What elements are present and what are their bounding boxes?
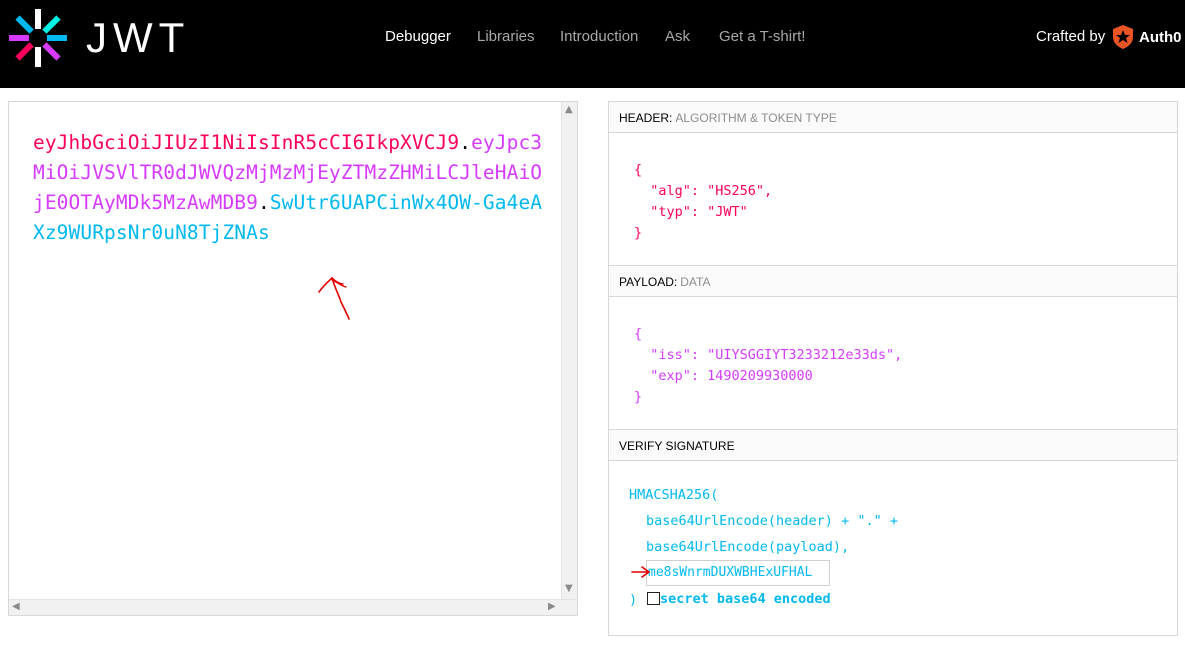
verify-line-header: base64UrlEncode(header) + "." + [646,513,898,529]
crafted-by-label: Crafted by [1036,28,1106,45]
payload-section-title: PAYLOAD: DATA [609,266,1177,297]
vertical-scrollbar[interactable]: ▲ ▼ [561,102,577,599]
scroll-right-arrow-icon[interactable]: ▶ [548,602,556,612]
header-subtitle: ALGORITHM & TOKEN TYPE [675,111,837,125]
horizontal-scrollbar[interactable]: ◀ ▶ [9,599,577,615]
base64-checkbox[interactable] [647,592,660,605]
verify-line-payload: base64UrlEncode(payload), [646,539,850,555]
scroll-up-arrow-icon[interactable]: ▲ [565,105,573,115]
base64-label[interactable]: secret base64 encoded [660,591,831,607]
verify-function: HMACSHA256( [629,487,719,503]
encoded-token-panel[interactable]: eyJhbGciOiJIUzI1NiIsInR5cCI6IkpXVCJ9.eyJ… [8,101,578,616]
nav-libraries[interactable]: Libraries [477,28,535,45]
payload-title: PAYLOAD: [619,275,678,289]
header-title: HEADER: [619,111,673,125]
nav-debugger[interactable]: Debugger [385,28,451,45]
auth0-brand[interactable]: Auth0 [1139,29,1182,46]
jwt-wordmark[interactable]: JWT [86,18,190,56]
nav-get-tshirt[interactable]: Get a T-shirt! [719,28,805,45]
red-arrow-annotation-icon [631,566,650,578]
token-dot: . [257,191,270,214]
top-navbar: JWT Debugger Libraries Introduction Ask … [0,0,1185,88]
secret-input[interactable]: me8sWnrmDUXWBHExUFHAL [646,560,830,586]
nav-introduction[interactable]: Introduction [560,28,638,45]
header-json-editor[interactable]: { "alg": "HS256", "typ": "JWT" } [634,160,772,244]
verify-title: VERIFY SIGNATURE [619,439,735,453]
verify-close-paren: ) [629,592,638,608]
encoded-token-textarea[interactable]: eyJhbGciOiJIUzI1NiIsInR5cCI6IkpXVCJ9.eyJ… [33,128,548,248]
scroll-left-arrow-icon[interactable]: ◀ [12,602,20,612]
verify-section-title: VERIFY SIGNATURE [609,430,1177,461]
decoded-panel: HEADER: ALGORITHM & TOKEN TYPE { "alg": "… [608,101,1178,636]
token-header-part: eyJhbGciOiJIUzI1NiIsInR5cCI6IkpXVCJ9 [33,131,460,154]
scroll-down-arrow-icon[interactable]: ▼ [565,584,573,594]
svg-text:JWT: JWT [86,18,190,56]
red-arrow-annotation-icon [318,276,350,320]
header-section-title: HEADER: ALGORITHM & TOKEN TYPE [609,102,1177,133]
jwt-logo-icon[interactable] [8,8,68,68]
auth0-shield-icon[interactable] [1112,25,1134,49]
payload-subtitle: DATA [680,275,711,289]
payload-json-editor[interactable]: { "iss": "UIYSGGIYT3233212e33ds", "exp":… [634,324,902,408]
token-dot: . [459,131,472,154]
nav-ask[interactable]: Ask [665,28,690,45]
